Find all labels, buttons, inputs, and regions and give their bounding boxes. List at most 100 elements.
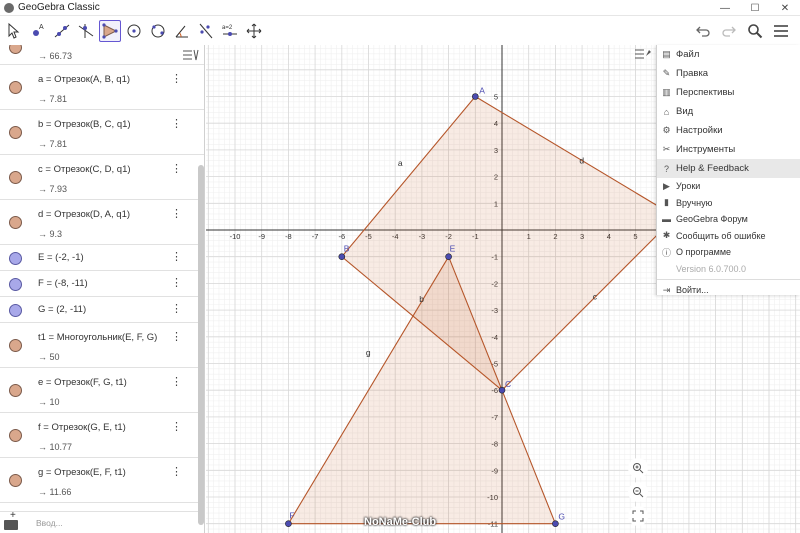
row-options-icon[interactable]: ⋮ — [171, 117, 182, 130]
help-submenu-label: Сообщить об ошибке — [676, 230, 766, 241]
visibility-toggle[interactable] — [9, 45, 22, 54]
line-tool-button[interactable] — [51, 20, 73, 42]
maximize-button[interactable]: ☐ — [740, 0, 770, 16]
row-options-icon[interactable]: ⋮ — [171, 276, 182, 289]
row-options-icon[interactable]: ⋮ — [171, 250, 182, 263]
tutorials-icon: ▶ — [663, 180, 670, 191]
redo-button[interactable] — [718, 20, 740, 42]
algebra-row-definition[interactable]: G = (2, -11) — [38, 304, 86, 315]
edit-icon: ✎ — [662, 68, 671, 78]
angle-tool-button[interactable] — [171, 20, 193, 42]
help-submenu-item[interactable]: ✱ Сообщить об ошибке — [657, 228, 800, 245]
algebra-row[interactable]: F = (-8, -11) ⋮ — [0, 271, 204, 297]
algebra-row-definition[interactable]: E = (-2, -1) — [38, 252, 84, 263]
visibility-toggle[interactable] — [9, 81, 22, 94]
polygon-tool-button[interactable] — [99, 20, 121, 42]
algebra-row[interactable]: G = (2, -11) ⋮ — [0, 297, 204, 323]
point-A — [471, 93, 479, 100]
circle-tool-button[interactable] — [123, 20, 145, 42]
sign-in-icon: ⇥ — [662, 284, 671, 295]
slider-tool-button[interactable]: a=2 — [219, 20, 241, 42]
main-menu-panel: ▤ Файл ✎ Правка ▥ Перспективы ⌂ Вид ⚙ Настройки ✂ И… — [656, 45, 800, 295]
visibility-toggle[interactable] — [9, 384, 22, 397]
help-submenu-item[interactable]: ⓘ О программе — [657, 244, 800, 261]
row-options-icon[interactable]: ⋮ — [171, 375, 182, 388]
algebra-style-button[interactable] — [182, 48, 202, 64]
slider-label: a=2 — [222, 25, 233, 31]
row-options-icon[interactable]: ⋮ — [171, 207, 182, 220]
help-submenu-item[interactable]: ▬ GeoGebra Форум — [657, 211, 800, 228]
algebra-row[interactable]: a = Отрезок(A, B, q1) → 7.81 ⋮ — [0, 65, 204, 110]
menu-item-label: Настройки — [676, 125, 723, 136]
algebra-row[interactable]: b = Отрезок(B, C, q1) → 7.81 ⋮ — [0, 110, 204, 155]
algebra-row-top[interactable]: → 66.73 — [0, 45, 204, 65]
close-button[interactable]: ✕ — [770, 0, 800, 16]
keyboard-icon[interactable] — [4, 520, 18, 530]
main-menu-button[interactable] — [770, 20, 792, 42]
menu-item[interactable]: ▥ Перспективы — [657, 83, 800, 102]
minimize-button[interactable]: — — [710, 0, 740, 16]
algebra-row-definition[interactable]: c = Отрезок(C, D, q1) — [38, 164, 131, 175]
menu-item[interactable]: ✎ Правка — [657, 64, 800, 83]
visibility-toggle[interactable] — [9, 278, 22, 291]
move-view-tool-button[interactable] — [243, 20, 265, 42]
menu-item[interactable]: ⌂ Вид — [657, 102, 800, 121]
visibility-toggle[interactable] — [9, 429, 22, 442]
algebra-row-definition[interactable]: F = (-8, -11) — [38, 278, 88, 289]
zoom-in-button[interactable] — [628, 458, 648, 478]
row-options-icon[interactable]: ⋮ — [171, 162, 182, 175]
algebra-row-definition[interactable]: b = Отрезок(B, C, q1) — [38, 119, 131, 130]
algebra-row[interactable]: E = (-2, -1) ⋮ — [0, 245, 204, 271]
point-tool-button[interactable]: A — [27, 20, 49, 42]
fullscreen-button[interactable] — [628, 506, 648, 526]
visibility-toggle[interactable] — [9, 126, 22, 139]
algebra-row-value: → 66.73 — [38, 51, 73, 61]
row-options-icon[interactable]: ⋮ — [171, 302, 182, 315]
row-options-icon[interactable]: ⋮ — [171, 330, 182, 343]
visibility-toggle[interactable] — [9, 216, 22, 229]
undo-icon — [696, 26, 710, 37]
visibility-toggle[interactable] — [9, 304, 22, 317]
visibility-toggle[interactable] — [9, 252, 22, 265]
row-options-icon[interactable]: ⋮ — [171, 465, 182, 478]
help-submenu-item[interactable]: ▮ Вручную — [657, 195, 800, 212]
algebra-row-definition[interactable]: a = Отрезок(A, B, q1) — [38, 74, 130, 85]
menu-item[interactable]: ⚙ Настройки — [657, 121, 800, 140]
row-options-icon[interactable]: ⋮ — [171, 72, 182, 85]
algebra-input-row[interactable]: Ввод... — [0, 511, 198, 533]
file-icon: ▤ — [662, 49, 671, 59]
algebra-row-definition[interactable]: g = Отрезок(E, F, t1) — [38, 467, 126, 478]
algebra-row[interactable]: d = Отрезок(D, A, q1) → 9.3 ⋮ — [0, 200, 204, 245]
algebra-row-definition[interactable]: f = Отрезок(G, E, t1) — [38, 422, 126, 433]
visibility-toggle[interactable] — [9, 474, 22, 487]
help-submenu-item[interactable]: ▶ Уроки — [657, 178, 800, 195]
algebra-row[interactable]: e = Отрезок(F, G, t1) → 10 ⋮ — [0, 368, 204, 413]
visibility-toggle[interactable] — [9, 339, 22, 352]
algebra-row[interactable]: t1 = Многоугольник(E, F, G) → 50 ⋮ — [0, 323, 204, 368]
algebra-scrollbar[interactable] — [198, 165, 204, 525]
perpendicular-tool-button[interactable] — [75, 20, 97, 42]
algebra-row[interactable]: g = Отрезок(E, F, t1) → 11.66 ⋮ — [0, 458, 204, 503]
reflect-tool-button[interactable] — [195, 20, 217, 42]
algebra-row[interactable]: f = Отрезок(G, E, t1) → 10.77 ⋮ — [0, 413, 204, 458]
menu-item[interactable]: ✂ Инструменты — [657, 140, 800, 159]
menu-item-sign-in[interactable]: ⇥ Войти... — [657, 282, 800, 299]
algebra-row[interactable]: c = Отрезок(C, D, q1) → 7.93 ⋮ — [0, 155, 204, 200]
menu-item[interactable]: ? Help & Feedback — [657, 159, 800, 178]
zoom-out-button[interactable] — [628, 482, 648, 502]
algebra-row-definition[interactable]: t1 = Многоугольник(E, F, G) — [38, 332, 157, 343]
visibility-toggle[interactable] — [9, 171, 22, 184]
point-F — [285, 520, 292, 528]
circle-three-points-tool-button[interactable] — [147, 20, 169, 42]
undo-button[interactable] — [692, 20, 714, 42]
move-tool-button[interactable] — [3, 20, 25, 42]
algebra-row-definition[interactable]: e = Отрезок(F, G, t1) — [38, 377, 127, 388]
point-icon: A — [33, 24, 44, 36]
search-button[interactable] — [744, 20, 766, 42]
algebra-row-definition[interactable]: d = Отрезок(D, A, q1) — [38, 209, 130, 220]
circle-icon — [127, 24, 141, 38]
row-options-icon[interactable]: ⋮ — [171, 420, 182, 433]
graphics-style-button[interactable] — [634, 47, 654, 63]
point-label: A — [479, 86, 485, 96]
menu-item[interactable]: ▤ Файл — [657, 45, 800, 64]
